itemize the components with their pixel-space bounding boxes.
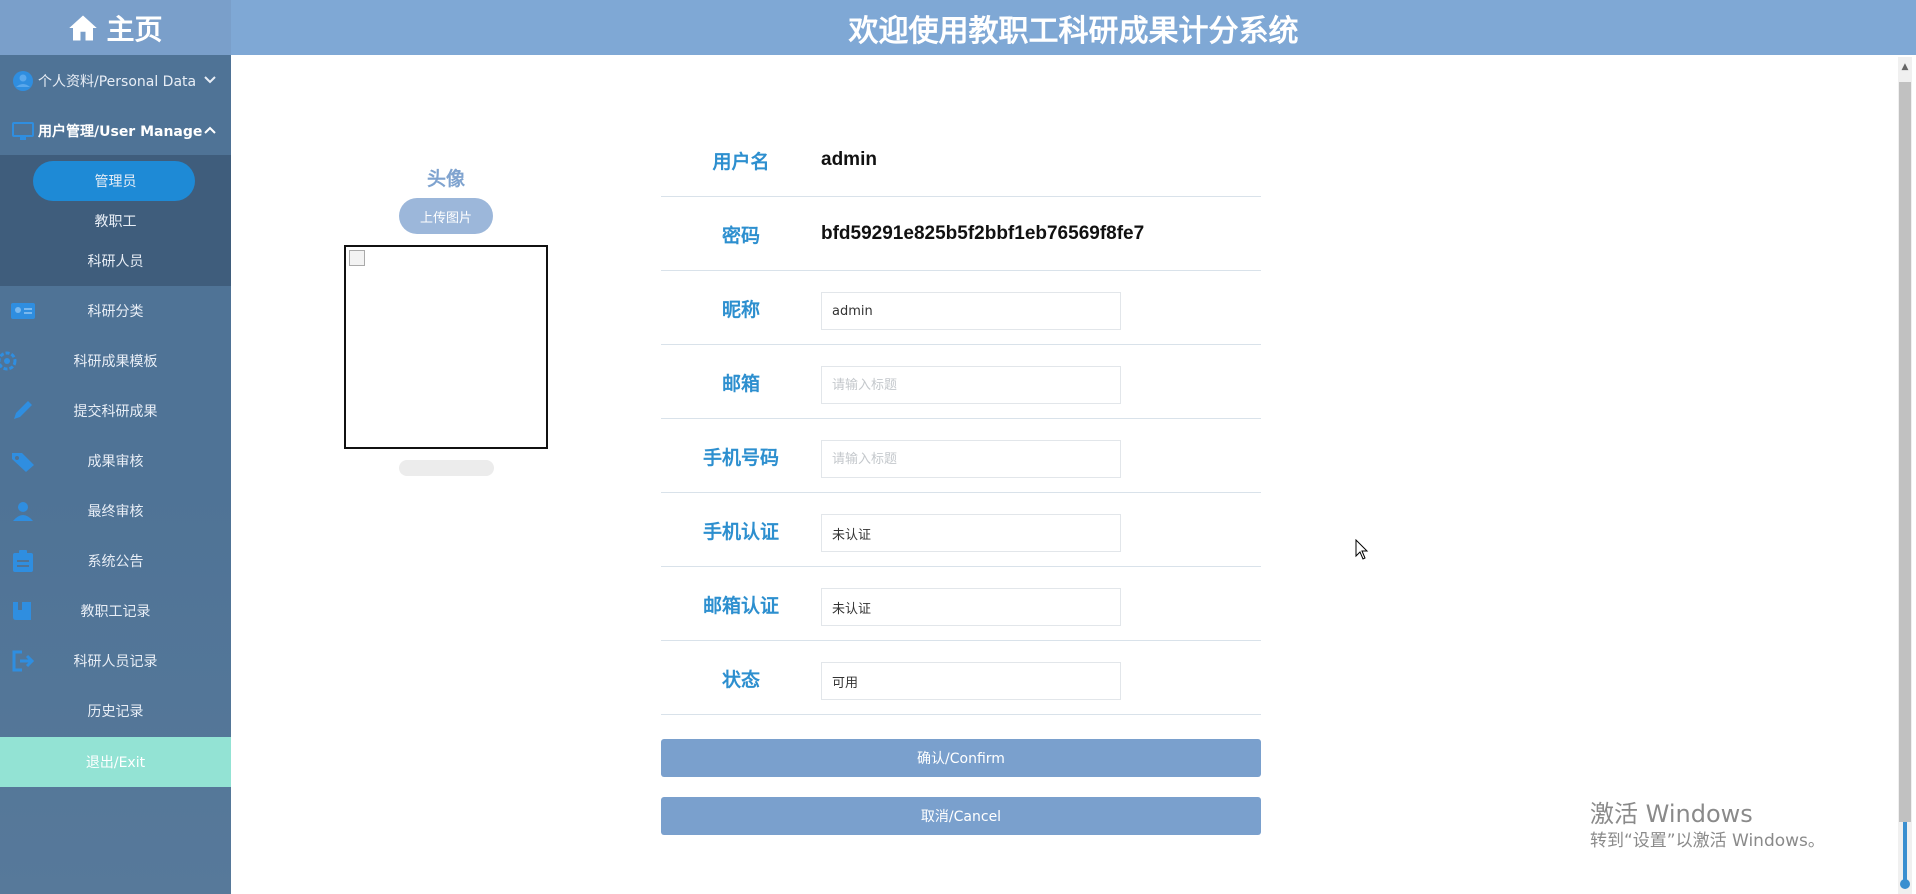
phone-input[interactable]	[821, 440, 1121, 478]
username-value: admin	[821, 149, 877, 170]
sidebar: 主页 个人资料/Personal Data 用户管理/User Manage 管…	[0, 0, 231, 894]
activation-watermark-subtitle: 转到“设置”以激活 Windows。	[1590, 831, 1825, 851]
sidebar-item-final-review[interactable]: 最终审核	[0, 486, 231, 536]
nickname-label: 昵称	[721, 298, 760, 321]
email-label: 邮箱	[721, 372, 760, 395]
sidebar-item-result-review[interactable]: 成果审核	[0, 436, 231, 486]
sidebar-item-announcement[interactable]: 系统公告	[0, 536, 231, 586]
sidebar-item-label: 系统公告	[87, 554, 144, 570]
form-row-phone-verify: 手机认证	[661, 493, 1261, 567]
broken-image-icon	[349, 250, 365, 266]
scroll-indicator-icon	[1900, 822, 1910, 889]
submenu-item-researcher[interactable]: 科研人员	[0, 243, 231, 279]
confirm-button[interactable]: 确认/Confirm	[661, 739, 1261, 777]
sidebar-item-label: 科研人员记录	[73, 654, 158, 670]
cancel-button[interactable]: 取消/Cancel	[661, 797, 1261, 835]
sidebar-item-label: 科研成果模板	[73, 354, 158, 370]
book-icon	[13, 602, 31, 620]
form-row-email-verify: 邮箱认证	[661, 567, 1261, 641]
tag-icon	[12, 453, 34, 472]
sidebar-item-label: 最终审核	[87, 504, 144, 520]
gear-icon	[0, 351, 17, 371]
home-link[interactable]: 主页	[0, 0, 231, 55]
sidebar-item-faculty-record[interactable]: 教职工记录	[0, 586, 231, 636]
status-input[interactable]	[821, 662, 1121, 700]
form-row-username: 用户名 admin	[661, 123, 1261, 197]
sidebar-item-history[interactable]: 历史记录	[0, 686, 231, 736]
sidebar-item-label: 历史记录	[87, 704, 144, 720]
clipboard-icon	[13, 550, 33, 572]
submenu-item-label: 管理员	[94, 174, 137, 190]
activation-watermark-title: 激活 Windows	[1590, 800, 1753, 828]
submenu-item-label: 教职工	[94, 214, 137, 230]
password-value: bfd59291e825b5f2bbf1eb76569f8fe7	[821, 223, 1145, 244]
scroll-up-icon[interactable]: ▲	[1899, 60, 1911, 74]
submenu-item-label: 科研人员	[87, 254, 144, 270]
status-label: 状态	[721, 668, 760, 691]
email-verify-label: 邮箱认证	[702, 594, 779, 617]
user-manage-submenu: 管理员 教职工 科研人员	[0, 155, 231, 286]
phone-label: 手机号码	[702, 446, 779, 469]
nickname-input[interactable]	[821, 292, 1121, 330]
menu-group-personal-data[interactable]: 个人资料/Personal Data	[0, 56, 231, 106]
email-input[interactable]	[821, 366, 1121, 404]
phone-verify-input[interactable]	[821, 514, 1121, 552]
form-row-phone: 手机号码	[661, 419, 1261, 493]
sidebar-item-researcher-record[interactable]: 科研人员记录	[0, 636, 231, 686]
page-title: 欢迎使用教职工科研成果计分系统	[848, 13, 1299, 49]
upload-image-button[interactable]: 上传图片	[399, 198, 493, 234]
form-row-password: 密码 bfd59291e825b5f2bbf1eb76569f8fe7	[661, 197, 1261, 271]
exit-label: 退出/Exit	[85, 755, 146, 771]
exit-button[interactable]: 退出/Exit	[0, 737, 231, 787]
user-circle-icon	[13, 71, 33, 91]
sidebar-item-label: 科研分类	[87, 304, 144, 320]
scrollbar-thumb[interactable]	[1899, 82, 1911, 822]
menu-group-label: 用户管理/User Manage	[38, 124, 203, 140]
page-header: 欢迎使用教职工科研成果计分系统	[231, 0, 1916, 55]
chevron-down-icon	[204, 76, 216, 84]
id-card-icon	[11, 303, 35, 319]
monitor-icon	[12, 122, 34, 140]
phone-verify-label: 手机认证	[702, 520, 779, 543]
sidebar-item-label: 教职工记录	[80, 604, 151, 620]
chevron-up-icon	[204, 126, 216, 134]
menu-group-user-manage[interactable]: 用户管理/User Manage	[0, 106, 231, 156]
submenu-item-admin[interactable]: 管理员	[0, 161, 231, 201]
form-row-email: 邮箱	[661, 345, 1261, 419]
email-verify-input[interactable]	[821, 588, 1121, 626]
logout-icon	[12, 650, 35, 672]
submenu-item-faculty[interactable]: 教职工	[0, 203, 231, 239]
username-label: 用户名	[712, 150, 770, 173]
home-icon	[69, 15, 98, 40]
mouse-cursor-icon	[1355, 539, 1369, 560]
avatar-image	[344, 245, 548, 449]
pencil-icon	[14, 401, 32, 419]
form-row-status: 状态	[661, 641, 1261, 715]
sidebar-item-submit-research[interactable]: 提交科研成果	[0, 386, 231, 436]
avatar-label: 头像	[426, 168, 465, 190]
sidebar-item-research-template[interactable]: 科研成果模板	[0, 336, 231, 386]
form-row-nickname: 昵称	[661, 271, 1261, 345]
avatar-placeholder-bar	[399, 460, 494, 476]
brand-title: 主页	[106, 12, 163, 46]
people-icon	[13, 502, 33, 521]
password-label: 密码	[721, 224, 760, 247]
sidebar-item-label: 提交科研成果	[73, 404, 158, 420]
sidebar-item-label: 成果审核	[87, 454, 144, 470]
menu-group-label: 个人资料/Personal Data	[38, 74, 197, 90]
sidebar-item-research-category[interactable]: 科研分类	[0, 286, 231, 336]
